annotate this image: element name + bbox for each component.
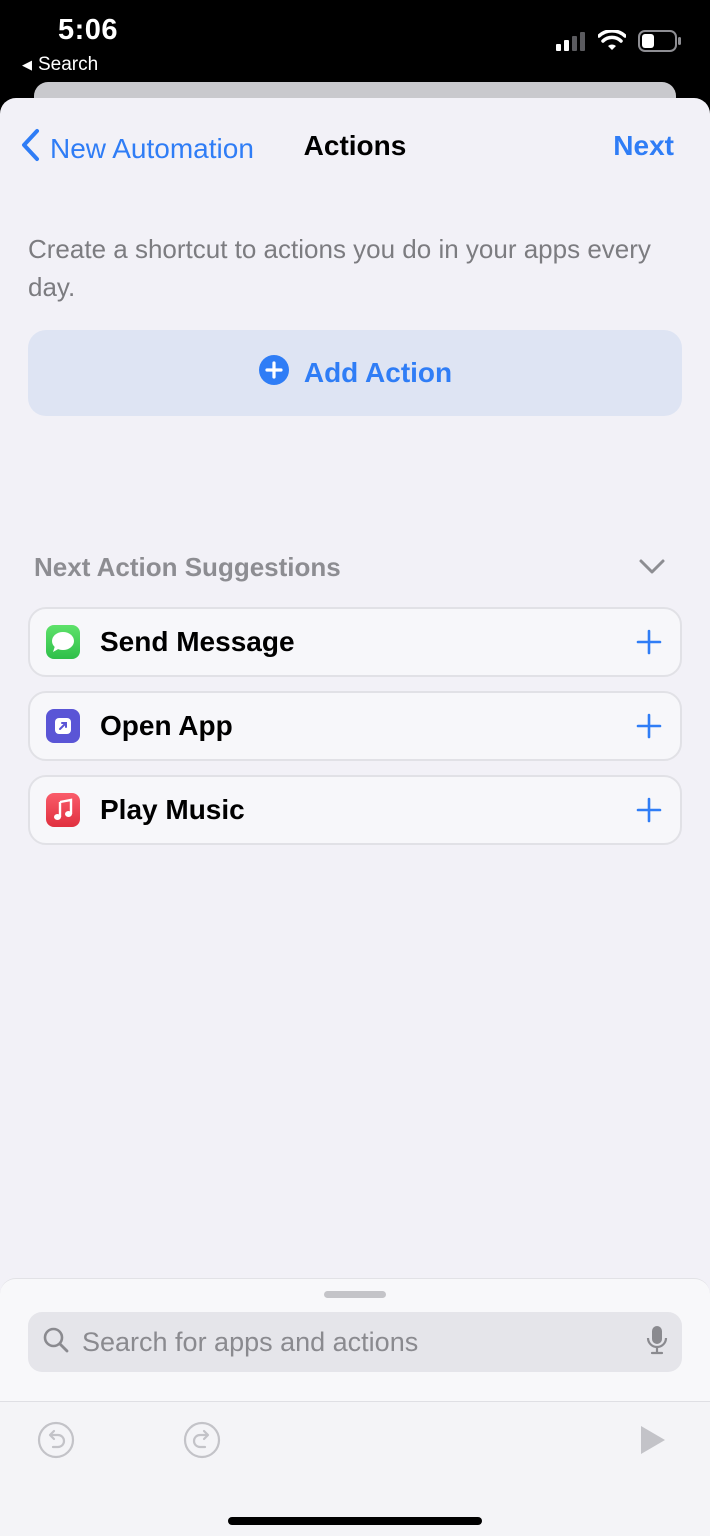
add-suggestion-plus-icon[interactable]: [634, 795, 664, 825]
home-indicator[interactable]: [228, 1517, 482, 1525]
add-action-label: Add Action: [303, 357, 453, 388]
plus-circle-icon: [258, 354, 290, 393]
battery-icon: [638, 30, 682, 57]
chevron-down-icon[interactable]: [638, 558, 666, 581]
suggestion-send-message[interactable]: Send Message: [28, 607, 682, 677]
status-icons: [556, 29, 682, 57]
sheet-grabber[interactable]: [324, 1291, 386, 1298]
undo-icon: [36, 1420, 76, 1465]
status-back-label: Search: [38, 54, 99, 75]
wifi-icon: [597, 29, 627, 57]
bottom-search-panel: [0, 1278, 710, 1536]
back-button-label: New Automation: [50, 132, 254, 164]
search-icon: [42, 1326, 70, 1359]
back-button[interactable]: New Automation: [20, 128, 254, 169]
suggestion-open-app[interactable]: Open App: [28, 691, 682, 761]
status-bar: 5:06 ◀ Search: [0, 0, 710, 90]
status-time: 5:06: [58, 14, 119, 46]
add-suggestion-plus-icon[interactable]: [634, 711, 664, 741]
status-back-link[interactable]: ◀ Search: [22, 54, 98, 76]
run-button[interactable]: [632, 1422, 672, 1462]
undo-button[interactable]: [36, 1420, 76, 1465]
intro-text: Create a shortcut to actions you do in y…: [28, 234, 651, 302]
play-icon: [636, 1423, 668, 1462]
suggestions-list: Send Message Open App Play Music: [28, 607, 682, 859]
suggestion-label: Send Message: [100, 626, 295, 657]
redo-button[interactable]: [182, 1420, 222, 1465]
chevron-left-icon: [20, 128, 40, 169]
open-app-icon: [46, 709, 80, 743]
signal-icon: [556, 31, 586, 56]
suggestion-label: Play Music: [100, 794, 245, 825]
next-button[interactable]: Next: [613, 130, 674, 162]
search-field[interactable]: [28, 1312, 682, 1372]
microphone-icon[interactable]: [646, 1324, 668, 1361]
suggestion-play-music[interactable]: Play Music: [28, 775, 682, 845]
music-icon: [46, 793, 80, 827]
messages-icon: [46, 625, 80, 659]
add-action-button[interactable]: Add Action: [28, 330, 682, 416]
redo-icon: [182, 1420, 222, 1465]
editor-toolbar: [0, 1401, 710, 1536]
add-suggestion-plus-icon[interactable]: [634, 627, 664, 657]
suggestions-title: Next Action Suggestions: [34, 552, 341, 582]
suggestion-label: Open App: [100, 710, 233, 741]
search-input[interactable]: [82, 1326, 646, 1358]
actions-sheet: Actions New Automation Next Create a sho…: [0, 98, 710, 1536]
back-triangle-icon: ◀: [22, 57, 32, 72]
